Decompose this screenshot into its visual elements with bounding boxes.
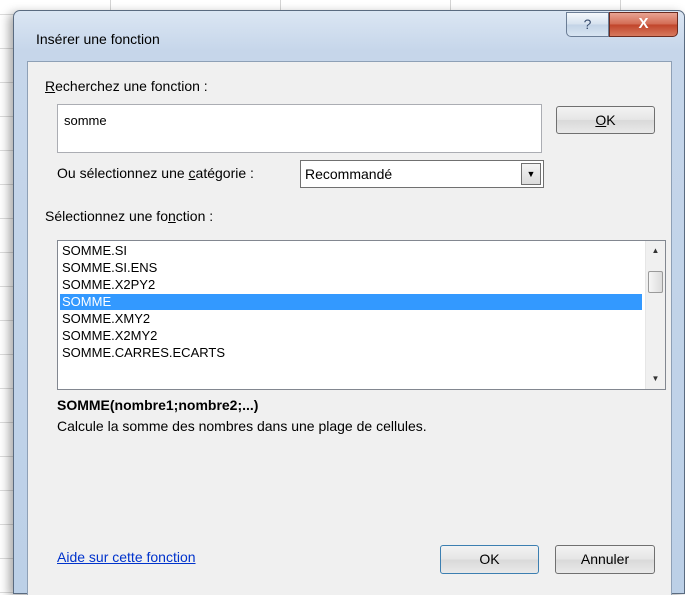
cancel-button[interactable]: Annuler [555, 545, 655, 574]
category-selected-value: Recommandé [305, 166, 393, 182]
list-item[interactable]: SOMME.CARRES.ECARTS [60, 345, 642, 361]
question-icon: ? [583, 16, 592, 32]
scroll-down-icon[interactable]: ▼ [646, 371, 665, 387]
category-select[interactable]: Recommandé ▼ [300, 160, 544, 188]
list-item[interactable]: SOMME.SI [60, 243, 642, 259]
title-bar: Insérer une fonction ? X [14, 11, 684, 59]
list-item[interactable]: SOMME.SI.ENS [60, 260, 642, 276]
search-value: somme [64, 113, 107, 128]
close-icon: X [638, 15, 649, 32]
function-help-link[interactable]: Aide sur cette fonction [57, 549, 196, 565]
function-description: Calcule la somme des nombres dans une pl… [57, 418, 427, 434]
scroll-up-icon[interactable]: ▲ [646, 243, 665, 259]
function-listbox[interactable]: SOMME.SI SOMME.SI.ENS SOMME.X2PY2 SOMME … [57, 240, 666, 390]
scroll-thumb[interactable] [648, 271, 663, 293]
search-label: Recherchez une fonction : [45, 78, 208, 94]
list-item[interactable]: SOMME.XMY2 [60, 311, 642, 327]
list-item[interactable]: SOMME.X2MY2 [60, 328, 642, 344]
category-label: Ou sélectionnez une catégorie : [57, 165, 254, 181]
help-button[interactable]: ? [566, 12, 609, 37]
function-list-label: Sélectionnez une fonction : [45, 208, 214, 224]
search-ok-button[interactable]: OK [556, 106, 655, 134]
insert-function-dialog: Insérer une fonction ? X Recherchez une … [13, 10, 685, 595]
dialog-body: Recherchez une fonction : somme OK Ou sé… [27, 61, 672, 595]
list-item-selected[interactable]: SOMME [60, 294, 642, 310]
list-scrollbar[interactable]: ▲ ▼ [645, 241, 665, 389]
chevron-down-icon[interactable]: ▼ [521, 163, 541, 185]
function-syntax: SOMME(nombre1;nombre2;...) [57, 397, 259, 413]
search-input[interactable]: somme [57, 104, 542, 153]
dialog-title: Insérer une fonction [36, 31, 160, 47]
close-button[interactable]: X [609, 12, 678, 37]
ok-button[interactable]: OK [440, 545, 539, 574]
list-item[interactable]: SOMME.X2PY2 [60, 277, 642, 293]
